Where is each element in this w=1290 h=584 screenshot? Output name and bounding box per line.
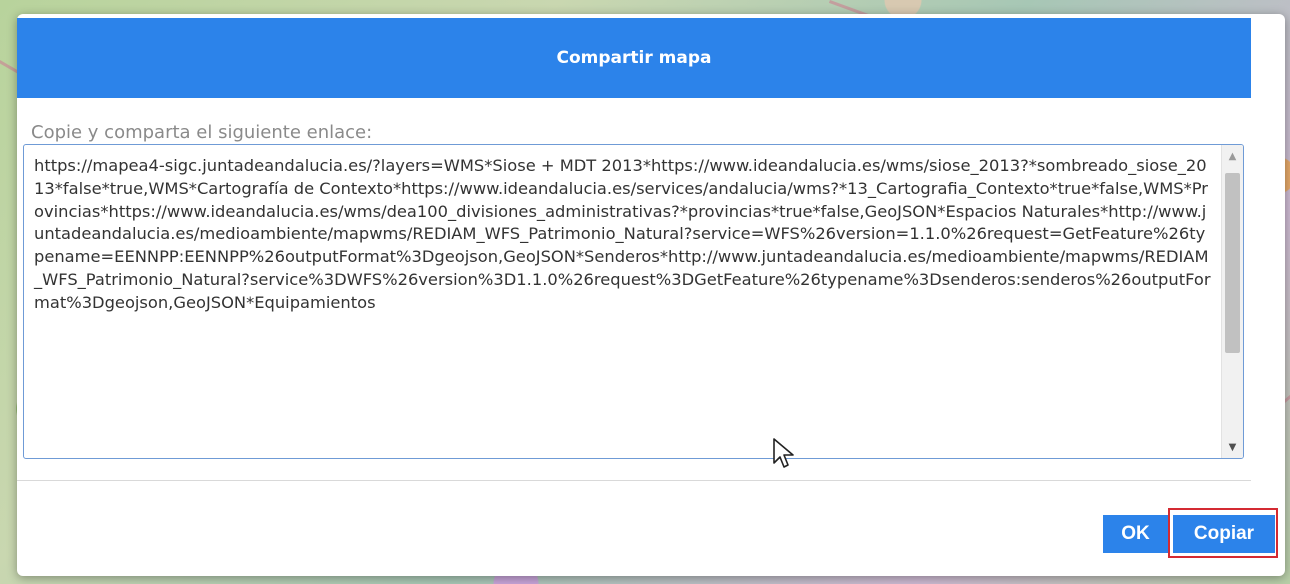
scroll-up-arrow-icon[interactable]: ▲	[1222, 147, 1243, 165]
scroll-thumb[interactable]	[1225, 173, 1240, 353]
ok-button[interactable]: OK	[1103, 515, 1168, 553]
scroll-down-arrow-icon[interactable]: ▼	[1222, 438, 1243, 456]
share-link-textarea[interactable]: https://mapea4-sigc.juntadeandalucia.es/…	[23, 144, 1244, 459]
dialog-header: Compartir mapa	[17, 18, 1251, 98]
dialog-title: Compartir mapa	[556, 48, 712, 68]
textarea-scrollbar[interactable]: ▲ ▼	[1221, 145, 1243, 458]
footer-divider	[17, 480, 1251, 481]
dialog-subtitle: Copie y comparta el siguiente enlace:	[31, 122, 373, 143]
mouse-pointer-icon	[773, 438, 794, 468]
share-link-text[interactable]: https://mapea4-sigc.juntadeandalucia.es/…	[34, 155, 1214, 315]
copy-button-highlight	[1168, 508, 1278, 558]
